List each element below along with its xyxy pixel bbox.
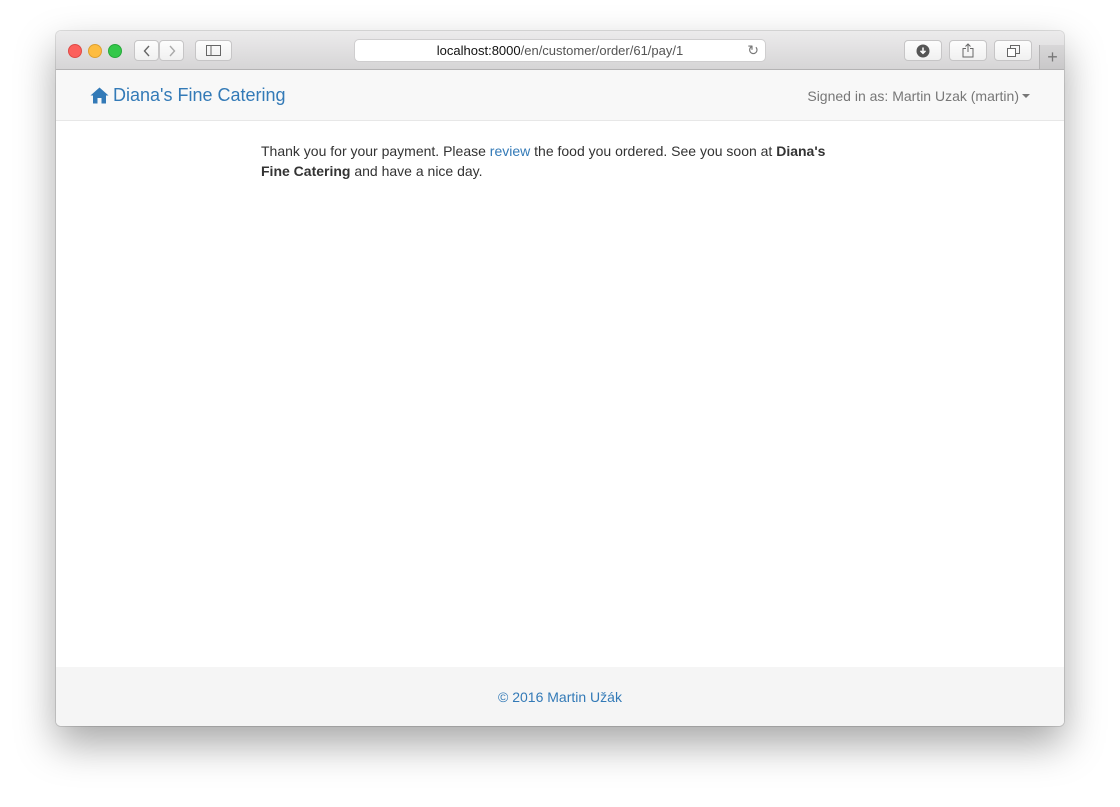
downloads-button[interactable] [904,40,942,61]
minimize-window-button[interactable] [88,44,102,58]
url-host: localhost:8000 [436,43,521,58]
brand-link[interactable]: Diana's Fine Catering [90,85,286,106]
caret-down-icon [1022,94,1030,98]
user-menu-dropdown[interactable]: Signed in as: Martin Uzak (martin) [807,88,1030,104]
sidebar-icon [206,45,221,56]
browser-window: localhost:8000/en/customer/order/61/pay/… [56,31,1064,726]
zoom-window-button[interactable] [108,44,122,58]
back-button[interactable] [134,40,159,61]
user-menu-label: Signed in as: Martin Uzak (martin) [807,88,1019,104]
plus-icon: + [1047,46,1058,67]
tabs-icon [1006,44,1020,57]
chevron-right-icon [168,45,175,56]
address-bar[interactable]: localhost:8000/en/customer/order/61/pay/… [354,39,766,62]
reload-icon[interactable]: ↻ [747,42,759,59]
message-text-2: the food you ordered. See you soon at [530,143,777,159]
message-text-3: and have a nice day. [350,163,483,179]
sidebar-button[interactable] [195,40,232,61]
brand-name: Diana's Fine Catering [113,85,286,105]
forward-button[interactable] [159,40,184,61]
chevron-left-icon [143,45,150,56]
url-path: /en/customer/order/61/pay/1 [520,43,684,58]
copyright-link[interactable]: © 2016 Martin Užák [498,689,622,705]
tabs-overview-button[interactable] [994,40,1032,61]
new-tab-button[interactable]: + [1039,45,1064,69]
review-link[interactable]: review [490,143,530,159]
payment-confirmation-message: Thank you for your payment. Please revie… [261,141,841,181]
footer: © 2016 Martin Užák [56,667,1064,726]
navbar: Diana's Fine Catering Signed in as: Mart… [56,70,1064,121]
share-icon [962,43,974,58]
home-icon [90,87,109,104]
title-bar: localhost:8000/en/customer/order/61/pay/… [56,31,1064,70]
close-window-button[interactable] [68,44,82,58]
download-icon [916,44,930,57]
share-button[interactable] [949,40,987,61]
message-text-1: Thank you for your payment. Please [261,143,490,159]
